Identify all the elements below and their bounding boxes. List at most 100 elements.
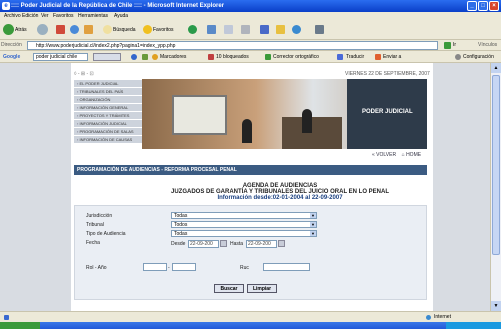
menu-favoritos[interactable]: Favoritos	[53, 12, 74, 20]
buscar-button[interactable]: Buscar	[214, 284, 244, 293]
google-news-icon[interactable]	[131, 54, 137, 60]
edit-button[interactable]	[260, 24, 270, 36]
history-button[interactable]	[207, 24, 217, 36]
menu-ver[interactable]: Ver	[41, 12, 49, 20]
calendar-icon[interactable]	[278, 240, 285, 247]
google-options-icon[interactable]	[142, 54, 148, 60]
nav-informacion-judicial[interactable]: INFORMACIÓN JUDICIAL	[74, 120, 142, 128]
go-arrow-icon[interactable]	[444, 42, 451, 49]
search-label: Búsqueda	[113, 27, 136, 33]
forward-arrow-icon	[37, 24, 48, 36]
spellcheck-button[interactable]: Corrector ortográfico	[273, 51, 319, 63]
search-button[interactable]: Búsqueda	[103, 24, 136, 36]
back-button[interactable]: Atrás	[3, 24, 27, 36]
nav-proyectos-tramites[interactable]: PROYECTOS Y TRÁMITES	[74, 112, 142, 120]
scroll-thumb[interactable]	[492, 75, 500, 255]
desde-label: Desde	[171, 241, 186, 247]
jurisdiccion-value: Todas	[174, 213, 188, 219]
refresh-button[interactable]	[70, 24, 80, 36]
folder-button[interactable]	[276, 24, 286, 36]
courtroom-desk	[282, 117, 342, 149]
globe-icon	[426, 315, 431, 320]
popup-blocked-button[interactable]: 10 bloqueados	[216, 51, 249, 63]
home-button[interactable]	[84, 24, 94, 36]
ano-input[interactable]	[172, 263, 196, 271]
nav-poder-judicial[interactable]: EL PODER JUDICIAL	[74, 80, 142, 88]
start-button[interactable]	[0, 322, 40, 329]
breadcrumb[interactable]: ◊ - ⊞ - ⊡	[74, 71, 94, 77]
address-bar: Dirección http://www.poderjudicial.cl/in…	[0, 40, 501, 51]
page-links: « VOLVER ⌂ HOME	[372, 152, 421, 158]
window-titlebar: e :::: Poder Judicial de la República de…	[0, 0, 501, 12]
print-button[interactable]	[241, 24, 251, 36]
desde-date-input[interactable]: 22-09-200	[188, 240, 219, 248]
scroll-up-icon[interactable]: ▲	[491, 63, 501, 73]
print-icon	[241, 25, 250, 35]
agenda-header: AGENDA DE AUDIENCIAS JUZGADOS DE GARANTÍ…	[150, 183, 410, 201]
media-icon	[188, 25, 197, 35]
bookmarks-button[interactable]: Marcadores	[160, 51, 186, 63]
media-button[interactable]	[188, 24, 198, 36]
calendar-icon[interactable]	[220, 240, 227, 247]
nav-informacion-causas[interactable]: INFORMACIÓN DE CAUSAS	[74, 136, 142, 144]
menu-edicion[interactable]: Edición	[22, 12, 38, 20]
address-input[interactable]: http://www.poderjudicial.cl/index2.php?p…	[27, 41, 438, 50]
chevron-down-icon: ▼	[310, 222, 316, 227]
favorites-button[interactable]: Favoritos	[143, 24, 174, 36]
nav-tribunales[interactable]: TRIBUNALES DEL PAÍS	[74, 88, 142, 96]
tipo-audiencia-select[interactable]: Todas ▼	[171, 230, 317, 237]
window-title: :::: Poder Judicial de la República de C…	[11, 3, 225, 9]
messenger-icon	[292, 25, 301, 35]
go-button[interactable]: Ir	[453, 42, 456, 48]
translate-button[interactable]: Traducir	[346, 51, 364, 63]
system-tray	[446, 322, 501, 329]
google-search-input[interactable]: poder judicial chile	[33, 53, 88, 61]
vertical-scrollbar[interactable]: ▲ ▼	[490, 63, 501, 311]
nav-programacion-salas[interactable]: PROGRAMACIÓN DE SALAS	[74, 128, 142, 136]
menu-ayuda[interactable]: Ayuda	[114, 12, 128, 20]
jurisdiccion-select[interactable]: Todas ▼	[171, 212, 317, 219]
popup-blocker-icon	[208, 54, 214, 60]
edit-icon	[260, 25, 269, 35]
stop-button[interactable]	[56, 24, 66, 36]
chevron-down-icon: ▼	[310, 213, 316, 218]
rol-ano-label: Rol - Año	[86, 265, 107, 271]
menu-archivo[interactable]: Archivo	[4, 12, 21, 20]
nav-organizacion[interactable]: ORGANIZACIÓN	[74, 96, 142, 104]
hasta-date-input[interactable]: 22-09-200	[246, 240, 277, 248]
nav-informacion-general[interactable]: INFORMACIÓN GENERAL	[74, 104, 142, 112]
home-link[interactable]: ⌂ HOME	[402, 152, 421, 158]
home-icon	[84, 25, 93, 35]
back-label: Atrás	[15, 27, 27, 33]
left-nav: EL PODER JUDICIAL TRIBUNALES DEL PAÍS OR…	[74, 80, 142, 144]
menu-herramientas[interactable]: Herramientas	[78, 12, 108, 20]
folder-icon	[276, 25, 285, 35]
links-label[interactable]: Vínculos	[478, 42, 497, 48]
rol-separator: -	[168, 265, 170, 271]
google-search-button[interactable]	[93, 53, 121, 61]
rol-input[interactable]	[143, 263, 167, 271]
limpiar-button[interactable]: Limpiar	[247, 284, 277, 293]
send-to-button[interactable]: Enviar a	[383, 51, 401, 63]
forward-button[interactable]	[37, 24, 49, 36]
close-button[interactable]: ×	[489, 1, 499, 11]
left-margin	[0, 63, 71, 311]
back-link[interactable]: « VOLVER	[372, 152, 396, 158]
tools-button[interactable]	[315, 24, 325, 36]
minimize-button[interactable]: _	[467, 1, 477, 11]
spellcheck-icon	[265, 54, 271, 60]
settings-button[interactable]: Configuración	[463, 51, 494, 63]
jurisdiccion-label: Jurisdicción	[86, 213, 113, 219]
ruc-input[interactable]	[263, 263, 310, 271]
scroll-down-icon[interactable]: ▼	[491, 301, 501, 311]
star-icon	[143, 25, 152, 35]
person-figure	[242, 119, 252, 143]
ruc-label: Ruc	[240, 265, 249, 271]
mail-button[interactable]	[224, 24, 234, 36]
tribunal-select[interactable]: Todos ▼	[171, 221, 317, 228]
messenger-button[interactable]	[292, 24, 302, 36]
maximize-button[interactable]: □	[478, 1, 488, 11]
favorites-label: Favoritos	[153, 27, 174, 33]
current-date: VIERNES 22 DE SEPTIEMBRE, 2007	[345, 71, 430, 77]
hasta-label: Hasta	[230, 241, 244, 247]
